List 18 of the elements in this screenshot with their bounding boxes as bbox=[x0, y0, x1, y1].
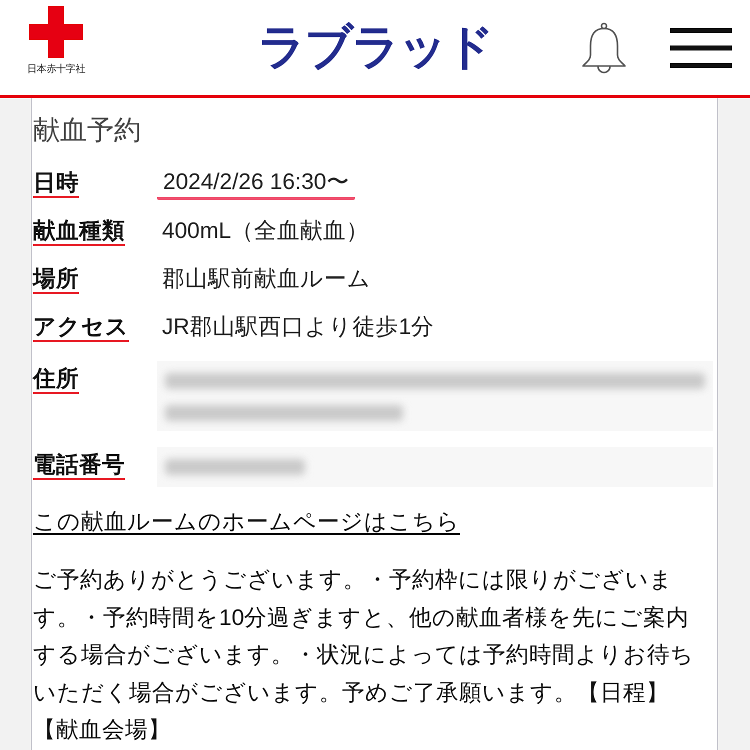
detail-label: 住所 bbox=[33, 364, 79, 394]
app-title: ラブラッド bbox=[258, 20, 492, 76]
detail-label: 献血種類 bbox=[33, 216, 125, 246]
cross-logo-icon bbox=[29, 6, 83, 58]
detail-value: JR郡山駅西口より徒歩1分 bbox=[162, 313, 434, 341]
date-value: 2024/2/26 16:30〜 bbox=[157, 166, 356, 200]
bell-icon[interactable] bbox=[580, 22, 628, 74]
homepage-link[interactable]: この献血ルームのホームページはこちら bbox=[33, 505, 460, 539]
section-title: 献血予約 bbox=[33, 114, 142, 147]
detail-label: 電話番号 bbox=[33, 450, 125, 480]
menu-icon[interactable] bbox=[670, 28, 732, 68]
detail-label: 場所 bbox=[33, 264, 79, 294]
logo-caption: 日本赤十字社 bbox=[26, 64, 86, 76]
detail-value: 郡山駅前献血ルーム bbox=[162, 265, 371, 293]
detail-value: 400mL（全血献血） bbox=[162, 217, 370, 245]
notice-paragraph: ご予約ありがとうございます。・予約枠には限りがございます。・予約時間を10分過ぎますと、他の献血者様を先にご案内する場合がございます。・状況によっては予約時間よりお待ちいただく場合がございます。予めご了承願います。【日程】【献血会場】 bbox=[33, 566, 695, 744]
detail-label: アクセス bbox=[33, 312, 129, 342]
detail-label: 日時 bbox=[33, 168, 79, 198]
